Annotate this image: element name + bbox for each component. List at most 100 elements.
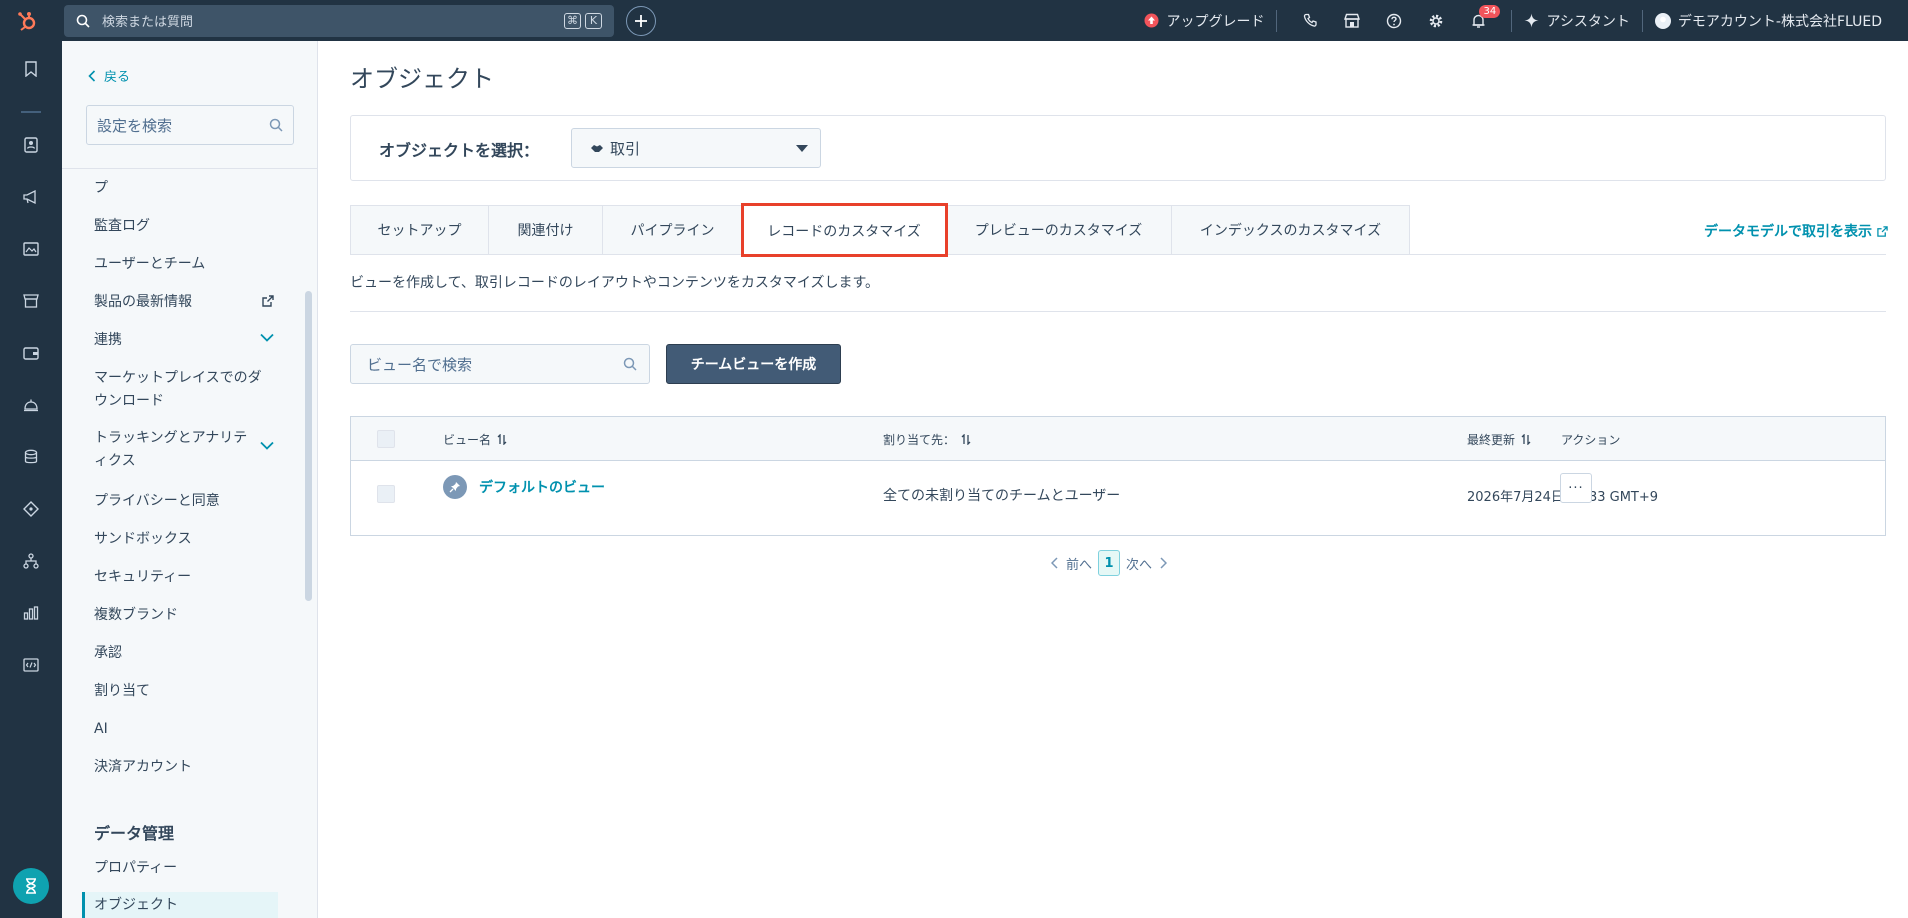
- column-header-label: アクション: [1561, 433, 1621, 447]
- wallet-icon[interactable]: [20, 342, 42, 364]
- breeze-hourglass-icon[interactable]: [13, 868, 49, 904]
- sidebar-item-properties[interactable]: プロパティー: [94, 857, 274, 880]
- chevron-left-icon[interactable]: [1051, 557, 1058, 569]
- sidebar-item-security[interactable]: セキュリティー: [94, 566, 274, 589]
- next-page-button[interactable]: 次へ: [1126, 554, 1152, 573]
- column-header-assigned-to[interactable]: 割り当て先：: [883, 431, 971, 448]
- column-header-last-updated[interactable]: 最終更新: [1467, 431, 1531, 448]
- sidebar-divider: [62, 168, 318, 169]
- views-table: ビュー名 割り当て先： 最終更新 アクション デフォルトのビュー 全ての未割り当…: [350, 416, 1886, 536]
- view-name-search-input[interactable]: ビュー名で検索: [350, 344, 650, 384]
- tab-associations[interactable]: 関連付け: [489, 205, 603, 255]
- view-in-data-model-link[interactable]: データモデルで取引を表示: [1704, 221, 1888, 241]
- global-left-rail: [0, 41, 62, 918]
- account-menu-button[interactable]: デモアカウント-株式会社FLUED: [1654, 11, 1882, 31]
- service-bell-icon[interactable]: [20, 394, 42, 416]
- sidebar-item-users-teams[interactable]: ユーザーとチーム: [94, 253, 274, 276]
- sidebar-item-sandboxes[interactable]: サンドボックス: [94, 528, 274, 551]
- select-all-checkbox[interactable]: [377, 430, 395, 448]
- search-icon: [623, 357, 637, 371]
- sidebar-item-marketplace-downloads[interactable]: マーケットプレイスでのダウンロード: [94, 367, 266, 413]
- deal-handshake-icon: [590, 143, 604, 153]
- sidebar-item-label: 複数ブランド: [94, 607, 178, 623]
- sidebar-item-label: 監査ログ: [94, 218, 150, 234]
- current-page-button[interactable]: 1: [1098, 550, 1121, 576]
- sidebar-item-assignments[interactable]: 割り当て: [94, 680, 274, 703]
- sort-icon: [497, 434, 507, 445]
- reports-chart-icon[interactable]: [20, 602, 42, 624]
- column-header-label: ビュー名: [443, 433, 492, 447]
- tab-pipelines[interactable]: パイプライン: [603, 205, 743, 255]
- sidebar-item-label: サンドボックス: [94, 531, 192, 547]
- pagination: 前へ 1 次へ: [1051, 550, 1168, 576]
- prev-page-button[interactable]: 前へ: [1066, 554, 1092, 573]
- tab-setup[interactable]: セットアップ: [350, 205, 489, 255]
- sidebar-item-approvals[interactable]: 承認: [94, 642, 274, 665]
- sidebar-item-tracking-analytics[interactable]: トラッキングとアナリティクス: [94, 427, 274, 473]
- sidebar-item-brands[interactable]: 複数ブランド: [94, 604, 274, 627]
- back-link[interactable]: 戻る: [88, 66, 130, 85]
- topbar-divider: [1511, 9, 1513, 32]
- sidebar-item-audit-log[interactable]: 監査ログ: [94, 215, 274, 238]
- top-navigation-bar: 検索または質問 ⌘ K アップグレード 34 アシスタント デモアカウント-株式…: [0, 0, 1908, 41]
- global-search-input[interactable]: 検索または質問 ⌘ K: [64, 4, 614, 37]
- sidebar-item-integrations[interactable]: 連携: [94, 329, 274, 352]
- content-icon[interactable]: [20, 238, 42, 260]
- notification-count-badge: 34: [1479, 5, 1501, 18]
- contacts-icon[interactable]: [20, 134, 42, 156]
- sidebar-item-label: AI: [94, 721, 108, 737]
- workflows-hierarchy-icon[interactable]: [20, 550, 42, 572]
- column-header-view-name[interactable]: ビュー名: [443, 431, 507, 448]
- chevron-right-icon[interactable]: [1160, 557, 1168, 569]
- sidebar-item-label: オブジェクト: [94, 897, 178, 913]
- hubspot-logo-icon[interactable]: [0, 0, 54, 41]
- tab-preview-customization[interactable]: プレビューのカスタマイズ: [946, 205, 1172, 255]
- notifications-bell-icon[interactable]: 34: [1457, 0, 1501, 41]
- row-actions-button[interactable]: ···: [1560, 473, 1592, 503]
- settings-search-input[interactable]: 設定を検索: [86, 105, 294, 145]
- sidebar-item-payment-accounts[interactable]: 決済アカウント: [94, 756, 274, 779]
- sidebar-item-label: トラッキングとアナリティクス: [94, 430, 248, 469]
- tab-record-customization[interactable]: レコードのカスタマイズ: [741, 203, 948, 257]
- sort-icon: [1521, 434, 1531, 445]
- shortcut-cmd-key: ⌘: [564, 12, 581, 29]
- sidebar-scrollbar[interactable]: [305, 291, 312, 601]
- bookmarks-icon[interactable]: [20, 58, 42, 80]
- topbar-divider: [1276, 9, 1278, 32]
- sidebar-item-label: 連携: [94, 332, 122, 348]
- marketing-megaphone-icon[interactable]: [20, 186, 42, 208]
- object-select-card: オブジェクトを選択： 取引: [350, 115, 1886, 181]
- settings-gear-icon[interactable]: [1415, 0, 1457, 41]
- marketplace-icon[interactable]: [1331, 0, 1373, 41]
- upgrade-button[interactable]: アップグレード: [1144, 11, 1264, 31]
- create-team-view-button[interactable]: チームビューを作成: [666, 344, 841, 384]
- developer-code-icon[interactable]: [20, 654, 42, 676]
- sidebar-item-label: 決済アカウント: [94, 759, 192, 775]
- commerce-icon[interactable]: [20, 290, 42, 312]
- main-content: オブジェクト オブジェクトを選択： 取引 セットアップ 関連付け パイプライン …: [318, 41, 1908, 918]
- assistant-button[interactable]: アシスタント: [1524, 11, 1630, 31]
- tab-index-customization[interactable]: インデックスのカスタマイズ: [1172, 205, 1410, 255]
- sidebar-item-ai[interactable]: AI: [94, 718, 274, 741]
- create-new-button[interactable]: [626, 5, 656, 36]
- automation-diamond-icon[interactable]: [20, 498, 42, 520]
- tab-label: レコードのカスタマイズ: [767, 223, 921, 240]
- table-header: ビュー名 割り当て先： 最終更新 アクション: [351, 417, 1885, 461]
- sidebar-item-truncated[interactable]: プ: [94, 177, 274, 200]
- chevron-down-icon: [260, 333, 274, 342]
- data-management-icon[interactable]: [20, 446, 42, 468]
- phone-icon[interactable]: [1289, 0, 1331, 41]
- help-icon[interactable]: [1373, 0, 1415, 41]
- sidebar-item-objects[interactable]: オブジェクト: [94, 894, 274, 917]
- row-checkbox[interactable]: [377, 485, 395, 503]
- view-name-link[interactable]: デフォルトのビュー: [479, 477, 605, 497]
- sidebar-item-privacy-consent[interactable]: プライバシーと同意: [94, 490, 274, 513]
- section-divider: [350, 311, 1886, 312]
- tab-description: ビューを作成して、取引レコードのレイアウトやコンテンツをカスタマイズします。: [350, 275, 880, 291]
- object-select-dropdown[interactable]: 取引: [571, 128, 821, 168]
- view-in-data-model-label: データモデルで取引を表示: [1704, 224, 1872, 240]
- sidebar-item-label: マーケットプレイスでのダウンロード: [94, 370, 262, 409]
- sidebar-item-product-updates[interactable]: 製品の最新情報: [94, 291, 274, 314]
- object-settings-tabs: セットアップ 関連付け パイプライン レコードのカスタマイズ プレビューのカスタ…: [350, 203, 1410, 257]
- sidebar-item-label: 製品の最新情報: [94, 294, 192, 310]
